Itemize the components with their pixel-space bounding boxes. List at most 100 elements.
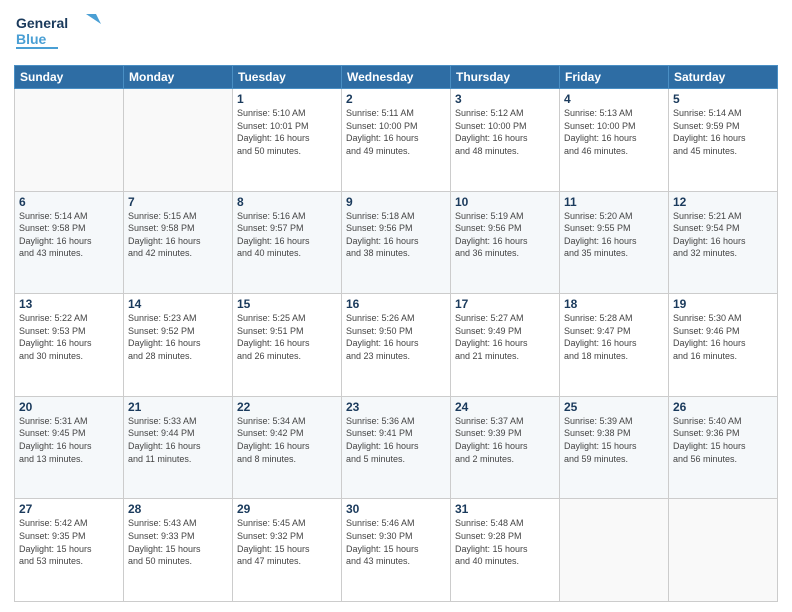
calendar-cell: 2Sunrise: 5:11 AM Sunset: 10:00 PM Dayli… [342, 89, 451, 192]
calendar-cell: 15Sunrise: 5:25 AM Sunset: 9:51 PM Dayli… [233, 294, 342, 397]
day-info: Sunrise: 5:40 AM Sunset: 9:36 PM Dayligh… [673, 415, 773, 465]
day-number: 2 [346, 92, 446, 106]
calendar-cell: 28Sunrise: 5:43 AM Sunset: 9:33 PM Dayli… [124, 499, 233, 602]
calendar-cell [124, 89, 233, 192]
day-info: Sunrise: 5:27 AM Sunset: 9:49 PM Dayligh… [455, 312, 555, 362]
day-number: 10 [455, 195, 555, 209]
day-info: Sunrise: 5:42 AM Sunset: 9:35 PM Dayligh… [19, 517, 119, 567]
day-number: 29 [237, 502, 337, 516]
day-number: 20 [19, 400, 119, 414]
day-info: Sunrise: 5:36 AM Sunset: 9:41 PM Dayligh… [346, 415, 446, 465]
calendar-cell: 22Sunrise: 5:34 AM Sunset: 9:42 PM Dayli… [233, 396, 342, 499]
day-number: 27 [19, 502, 119, 516]
calendar-cell [669, 499, 778, 602]
day-number: 17 [455, 297, 555, 311]
calendar-cell: 4Sunrise: 5:13 AM Sunset: 10:00 PM Dayli… [560, 89, 669, 192]
day-number: 9 [346, 195, 446, 209]
calendar-header-monday: Monday [124, 66, 233, 89]
calendar-week-4: 20Sunrise: 5:31 AM Sunset: 9:45 PM Dayli… [15, 396, 778, 499]
calendar-week-5: 27Sunrise: 5:42 AM Sunset: 9:35 PM Dayli… [15, 499, 778, 602]
day-info: Sunrise: 5:28 AM Sunset: 9:47 PM Dayligh… [564, 312, 664, 362]
day-info: Sunrise: 5:31 AM Sunset: 9:45 PM Dayligh… [19, 415, 119, 465]
calendar-table: SundayMondayTuesdayWednesdayThursdayFrid… [14, 65, 778, 602]
day-number: 18 [564, 297, 664, 311]
calendar-cell: 27Sunrise: 5:42 AM Sunset: 9:35 PM Dayli… [15, 499, 124, 602]
day-info: Sunrise: 5:20 AM Sunset: 9:55 PM Dayligh… [564, 210, 664, 260]
day-number: 7 [128, 195, 228, 209]
calendar-cell: 6Sunrise: 5:14 AM Sunset: 9:58 PM Daylig… [15, 191, 124, 294]
calendar-cell: 29Sunrise: 5:45 AM Sunset: 9:32 PM Dayli… [233, 499, 342, 602]
day-number: 1 [237, 92, 337, 106]
day-info: Sunrise: 5:12 AM Sunset: 10:00 PM Daylig… [455, 107, 555, 157]
day-info: Sunrise: 5:48 AM Sunset: 9:28 PM Dayligh… [455, 517, 555, 567]
day-info: Sunrise: 5:25 AM Sunset: 9:51 PM Dayligh… [237, 312, 337, 362]
day-number: 3 [455, 92, 555, 106]
day-number: 5 [673, 92, 773, 106]
day-info: Sunrise: 5:18 AM Sunset: 9:56 PM Dayligh… [346, 210, 446, 260]
day-info: Sunrise: 5:11 AM Sunset: 10:00 PM Daylig… [346, 107, 446, 157]
calendar-cell: 1Sunrise: 5:10 AM Sunset: 10:01 PM Dayli… [233, 89, 342, 192]
calendar-cell: 16Sunrise: 5:26 AM Sunset: 9:50 PM Dayli… [342, 294, 451, 397]
calendar-cell: 18Sunrise: 5:28 AM Sunset: 9:47 PM Dayli… [560, 294, 669, 397]
header: General Blue [14, 10, 778, 59]
day-info: Sunrise: 5:16 AM Sunset: 9:57 PM Dayligh… [237, 210, 337, 260]
calendar-cell: 20Sunrise: 5:31 AM Sunset: 9:45 PM Dayli… [15, 396, 124, 499]
day-info: Sunrise: 5:14 AM Sunset: 9:58 PM Dayligh… [19, 210, 119, 260]
day-info: Sunrise: 5:26 AM Sunset: 9:50 PM Dayligh… [346, 312, 446, 362]
day-info: Sunrise: 5:10 AM Sunset: 10:01 PM Daylig… [237, 107, 337, 157]
day-number: 15 [237, 297, 337, 311]
day-number: 16 [346, 297, 446, 311]
day-number: 24 [455, 400, 555, 414]
day-number: 31 [455, 502, 555, 516]
day-info: Sunrise: 5:46 AM Sunset: 9:30 PM Dayligh… [346, 517, 446, 567]
day-info: Sunrise: 5:23 AM Sunset: 9:52 PM Dayligh… [128, 312, 228, 362]
day-number: 14 [128, 297, 228, 311]
calendar-cell: 3Sunrise: 5:12 AM Sunset: 10:00 PM Dayli… [451, 89, 560, 192]
day-number: 11 [564, 195, 664, 209]
svg-text:Blue: Blue [16, 31, 47, 47]
day-number: 8 [237, 195, 337, 209]
calendar-header-row: SundayMondayTuesdayWednesdayThursdayFrid… [15, 66, 778, 89]
calendar-week-3: 13Sunrise: 5:22 AM Sunset: 9:53 PM Dayli… [15, 294, 778, 397]
calendar-cell: 21Sunrise: 5:33 AM Sunset: 9:44 PM Dayli… [124, 396, 233, 499]
calendar-cell: 14Sunrise: 5:23 AM Sunset: 9:52 PM Dayli… [124, 294, 233, 397]
logo: General Blue [14, 10, 104, 59]
calendar-cell: 25Sunrise: 5:39 AM Sunset: 9:38 PM Dayli… [560, 396, 669, 499]
calendar-week-2: 6Sunrise: 5:14 AM Sunset: 9:58 PM Daylig… [15, 191, 778, 294]
day-info: Sunrise: 5:45 AM Sunset: 9:32 PM Dayligh… [237, 517, 337, 567]
day-info: Sunrise: 5:15 AM Sunset: 9:58 PM Dayligh… [128, 210, 228, 260]
calendar-week-1: 1Sunrise: 5:10 AM Sunset: 10:01 PM Dayli… [15, 89, 778, 192]
day-number: 23 [346, 400, 446, 414]
calendar-cell: 7Sunrise: 5:15 AM Sunset: 9:58 PM Daylig… [124, 191, 233, 294]
calendar-header-saturday: Saturday [669, 66, 778, 89]
calendar-cell [15, 89, 124, 192]
calendar-cell: 11Sunrise: 5:20 AM Sunset: 9:55 PM Dayli… [560, 191, 669, 294]
day-info: Sunrise: 5:13 AM Sunset: 10:00 PM Daylig… [564, 107, 664, 157]
calendar-header-wednesday: Wednesday [342, 66, 451, 89]
day-info: Sunrise: 5:37 AM Sunset: 9:39 PM Dayligh… [455, 415, 555, 465]
day-number: 19 [673, 297, 773, 311]
day-number: 26 [673, 400, 773, 414]
day-info: Sunrise: 5:33 AM Sunset: 9:44 PM Dayligh… [128, 415, 228, 465]
logo-svg: General Blue [14, 10, 104, 54]
day-number: 12 [673, 195, 773, 209]
day-number: 25 [564, 400, 664, 414]
logo-area: General Blue [14, 10, 104, 59]
calendar-cell: 19Sunrise: 5:30 AM Sunset: 9:46 PM Dayli… [669, 294, 778, 397]
calendar-cell: 10Sunrise: 5:19 AM Sunset: 9:56 PM Dayli… [451, 191, 560, 294]
calendar-header-thursday: Thursday [451, 66, 560, 89]
calendar-header-friday: Friday [560, 66, 669, 89]
day-info: Sunrise: 5:14 AM Sunset: 9:59 PM Dayligh… [673, 107, 773, 157]
calendar-cell: 8Sunrise: 5:16 AM Sunset: 9:57 PM Daylig… [233, 191, 342, 294]
day-info: Sunrise: 5:43 AM Sunset: 9:33 PM Dayligh… [128, 517, 228, 567]
day-info: Sunrise: 5:34 AM Sunset: 9:42 PM Dayligh… [237, 415, 337, 465]
day-number: 13 [19, 297, 119, 311]
day-number: 4 [564, 92, 664, 106]
calendar-cell: 17Sunrise: 5:27 AM Sunset: 9:49 PM Dayli… [451, 294, 560, 397]
calendar-cell [560, 499, 669, 602]
calendar-header-sunday: Sunday [15, 66, 124, 89]
calendar-header-tuesday: Tuesday [233, 66, 342, 89]
day-number: 22 [237, 400, 337, 414]
day-info: Sunrise: 5:21 AM Sunset: 9:54 PM Dayligh… [673, 210, 773, 260]
svg-text:General: General [16, 15, 68, 31]
